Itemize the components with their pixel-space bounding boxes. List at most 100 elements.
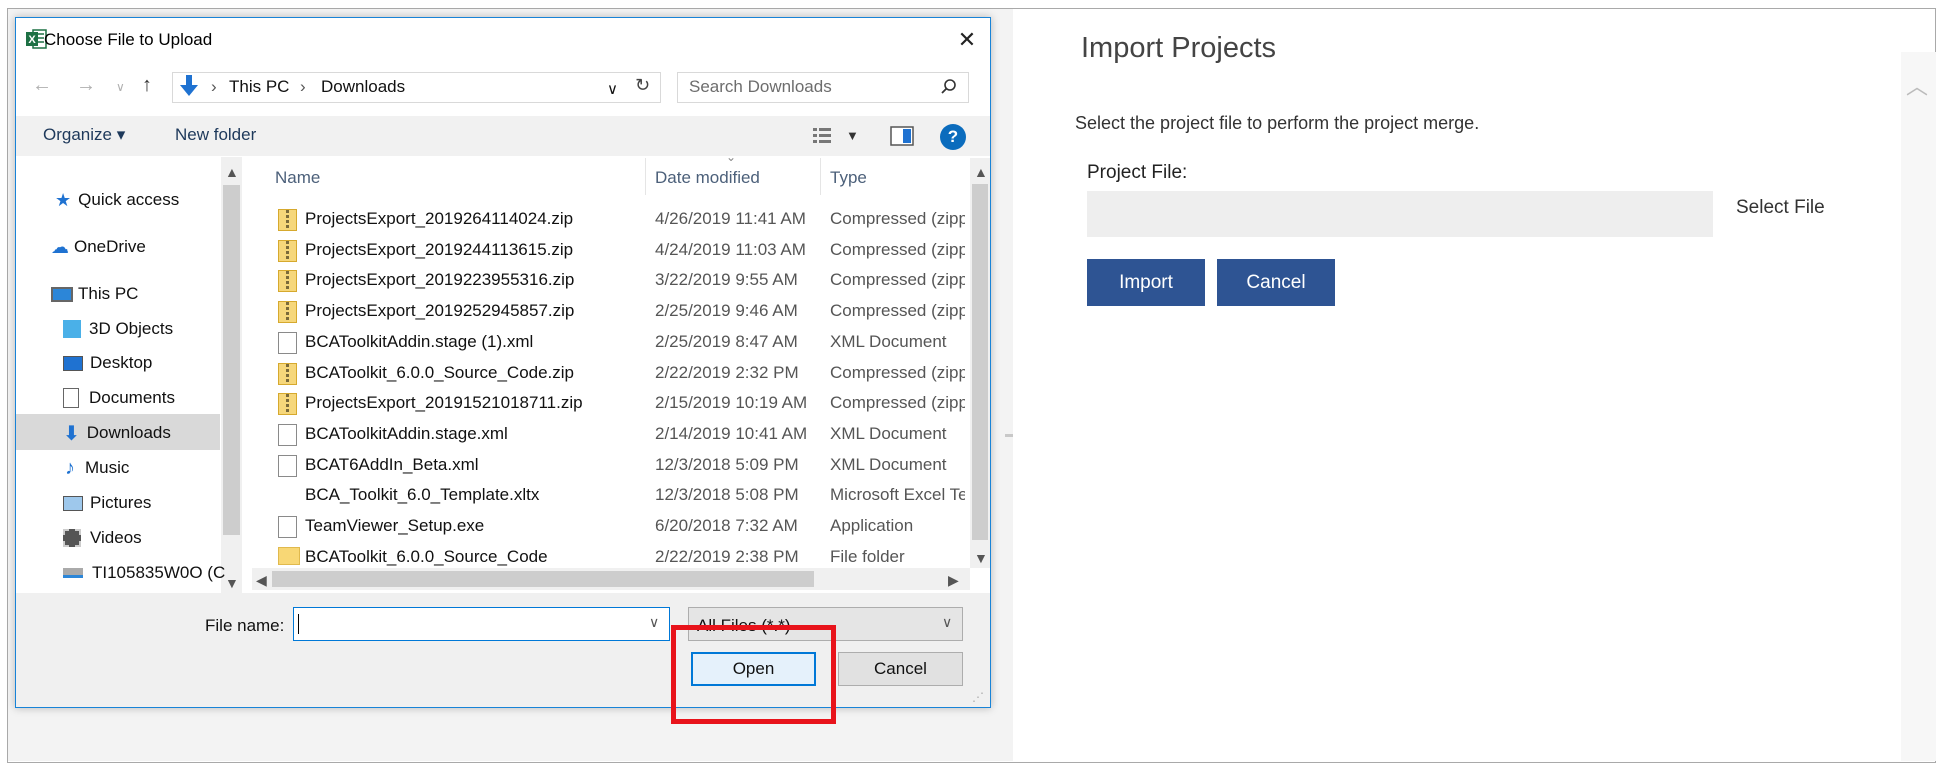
column-header-name[interactable]: Name: [275, 168, 320, 188]
forward-arrow-icon[interactable]: →: [76, 74, 96, 97]
list-scroll-down-icon[interactable]: ▼: [974, 550, 988, 566]
file-date: 6/20/2018 7:32 AM: [655, 516, 798, 535]
breadcrumb-this-pc[interactable]: This PC: [229, 77, 289, 97]
file-name: BCAT6AddIn_Beta.xml: [305, 454, 479, 474]
file-type-value: All Files (*.*): [697, 616, 791, 635]
file-row[interactable]: ProjectsExport_2019223955316.zip 3/22/201…: [275, 267, 971, 293]
file-name: TeamViewer_Setup.exe: [305, 516, 485, 535]
up-arrow-icon[interactable]: ↑: [142, 74, 152, 97]
folder-file-icon: [278, 546, 300, 565]
file-list-scroll-thumb[interactable]: [972, 184, 988, 540]
nav-item-label: OneDrive: [74, 237, 146, 256]
column-header-date[interactable]: Date modified: [655, 168, 760, 188]
breadcrumb-downloads[interactable]: Downloads: [321, 77, 405, 97]
sort-indicator-icon: ⌄: [726, 150, 737, 164]
zip-file-icon: [278, 362, 297, 385]
nav-item-documents[interactable]: Documents: [63, 384, 175, 412]
file-row[interactable]: BCAToolkitAddin.stage.xml 2/14/2019 10:41…: [275, 421, 971, 447]
view-dropdown-icon[interactable]: ▼: [846, 128, 859, 143]
file-row[interactable]: ProjectsExport_20191521018711.zip 2/15/20…: [275, 390, 971, 416]
file-row[interactable]: BCAToolkit_6.0.0_Source_Code.zip 2/22/201…: [275, 360, 971, 386]
file-row[interactable]: ProjectsExport_2019264114024.zip 4/26/201…: [275, 206, 971, 232]
text-caret: [298, 614, 299, 634]
nav-item-label: Videos: [90, 528, 142, 547]
help-icon[interactable]: ?: [940, 124, 966, 150]
music-icon: ♪: [65, 456, 75, 479]
file-row[interactable]: BCAToolkit_6.0.0_Source_Code 2/22/2019 2:…: [275, 544, 971, 570]
search-placeholder: Search Downloads: [689, 77, 832, 96]
file-row[interactable]: ProjectsExport_2019244113615.zip 4/24/201…: [275, 237, 971, 263]
file-row[interactable]: BCAToolkitAddin.stage (1).xml 2/25/2019 8…: [275, 329, 971, 355]
scroll-up-icon[interactable]: ︿: [1902, 70, 1932, 100]
page-scrollbar[interactable]: [1901, 52, 1936, 761]
nav-item-onedrive[interactable]: ☁ OneDrive: [51, 233, 146, 261]
file-date: 12/3/2018 5:09 PM: [655, 454, 799, 474]
nav-item-downloads[interactable]: ⬇ Downloads: [63, 419, 171, 447]
excel-file-icon: [278, 485, 297, 507]
film-icon: [63, 529, 81, 547]
nav-item-local-disk[interactable]: TI105835W0O (C: [63, 559, 225, 587]
web-cancel-button[interactable]: Cancel: [1217, 259, 1335, 306]
file-date: 2/15/2019 10:19 AM: [655, 393, 808, 413]
column-header-type[interactable]: Type: [830, 168, 867, 188]
import-button[interactable]: Import: [1087, 259, 1205, 306]
file-name-dropdown-icon[interactable]: ∨: [649, 614, 659, 631]
list-scroll-up-icon[interactable]: ▲: [974, 164, 988, 180]
file-type: Compressed (zipp: [830, 362, 965, 382]
command-bar: [16, 116, 990, 156]
page-description: Select the project file to perform the p…: [1075, 113, 1480, 133]
nav-item-desktop[interactable]: Desktop: [63, 349, 152, 377]
refresh-icon[interactable]: ↻: [635, 75, 650, 96]
list-scroll-right-icon[interactable]: ▶: [948, 572, 959, 589]
close-icon[interactable]: ✕: [955, 27, 979, 53]
nav-item-3d-objects[interactable]: 3D Objects: [63, 315, 173, 343]
nav-item-label: Documents: [89, 388, 175, 407]
file-list-hscroll-thumb[interactable]: [272, 571, 814, 587]
cube-icon: [63, 320, 81, 338]
nav-item-this-pc[interactable]: This PC: [51, 280, 138, 308]
zip-file-icon: [278, 301, 297, 324]
nav-scroll-up-icon[interactable]: ▲: [225, 164, 239, 180]
file-name: ProjectsExport_2019264114024.zip: [305, 209, 574, 228]
file-name-input[interactable]: [293, 607, 670, 641]
project-file-input[interactable]: [1087, 191, 1713, 237]
organize-menu[interactable]: Organize ▾: [43, 125, 125, 145]
file-type-dropdown-icon[interactable]: ∨: [942, 614, 952, 631]
file-row[interactable]: BCAT6AddIn_Beta.xml 12/3/2018 5:09 PM XML …: [275, 452, 971, 478]
resize-grip-icon[interactable]: ⋰: [972, 690, 984, 704]
select-file-button[interactable]: Select File: [1736, 197, 1825, 219]
zip-file-icon: [278, 239, 297, 262]
file-type: Compressed (zipp: [830, 301, 965, 321]
nav-item-label: Quick access: [78, 190, 180, 209]
file-name: ProjectsExport_2019252945857.zip: [305, 301, 575, 321]
page-title: Import Projects: [1081, 32, 1276, 64]
list-scroll-left-icon[interactable]: ◀: [256, 572, 267, 589]
nav-item-pictures[interactable]: Pictures: [63, 489, 151, 517]
file-name: BCAToolkit_6.0.0_Source_Code: [305, 546, 548, 566]
back-arrow-icon[interactable]: ←: [32, 74, 52, 97]
file-date: 3/22/2019 9:55 AM: [655, 270, 798, 290]
file-type: Compressed (zipp: [830, 393, 965, 413]
file-row[interactable]: TeamViewer_Setup.exe 6/20/2018 7:32 AM App…: [275, 513, 971, 539]
column-separator[interactable]: [820, 158, 821, 195]
file-row[interactable]: ProjectsExport_2019252945857.zip 2/25/201…: [275, 298, 971, 324]
dialog-title: Choose File to Upload: [44, 30, 213, 49]
nav-item-music[interactable]: ♪ Music: [65, 454, 129, 482]
search-icon[interactable]: [940, 78, 958, 96]
column-separator[interactable]: [645, 158, 646, 195]
open-button[interactable]: Open: [691, 652, 816, 686]
nav-scroll-thumb[interactable]: [223, 185, 240, 535]
file-date: 4/24/2019 11:03 AM: [655, 239, 806, 259]
new-folder-button[interactable]: New folder: [175, 125, 256, 145]
recent-chevron-icon[interactable]: ∨: [116, 80, 125, 94]
nav-scroll-down-icon[interactable]: ▼: [225, 575, 239, 591]
file-type: Microsoft Excel Te: [830, 485, 965, 505]
preview-pane-icon[interactable]: [890, 126, 914, 146]
view-options-icon[interactable]: [812, 126, 834, 144]
nav-item-videos[interactable]: Videos: [63, 524, 142, 552]
address-dropdown-icon[interactable]: ∨: [607, 80, 618, 98]
file-row[interactable]: BCA_Toolkit_6.0_Template.xltx 12/3/2018 5…: [275, 482, 971, 508]
nav-item-quick-access[interactable]: ★ Quick access: [55, 186, 179, 214]
cancel-button[interactable]: Cancel: [838, 652, 963, 686]
nav-item-label: 3D Objects: [89, 319, 174, 338]
